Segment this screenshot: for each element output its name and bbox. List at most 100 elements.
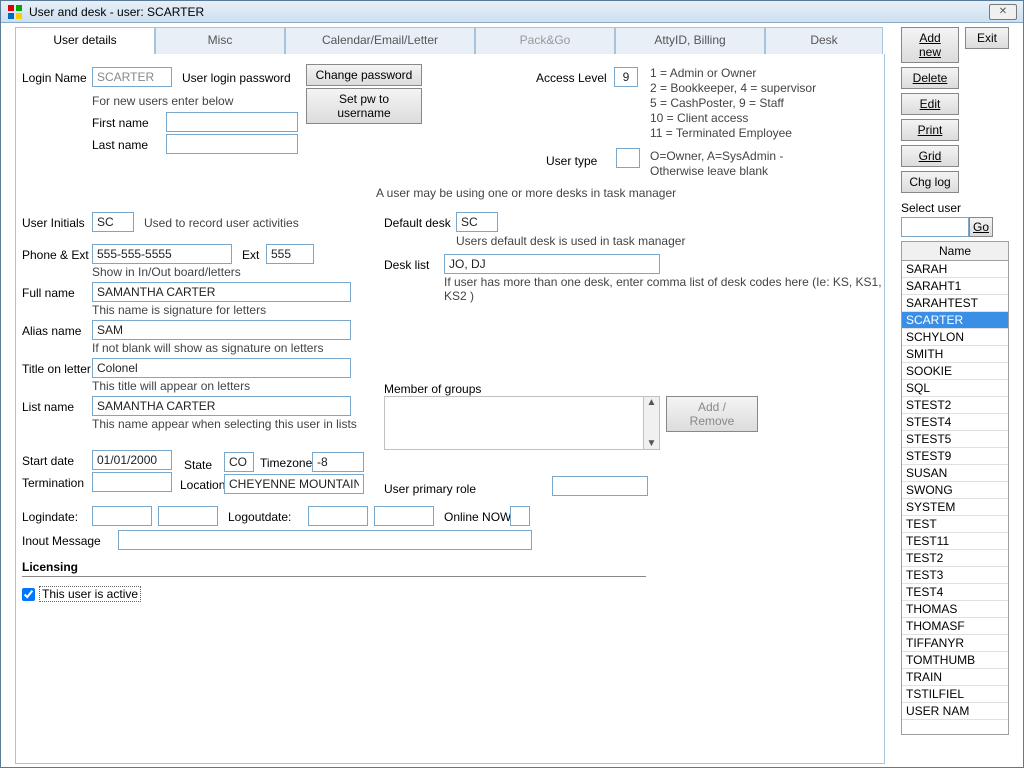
- access-note-2: 2 = Bookkeeper, 4 = supervisor: [650, 81, 816, 95]
- exit-button[interactable]: Exit: [965, 27, 1009, 49]
- user-list[interactable]: Name SARAHSARAHT1SARAHTESTSCARTERSCHYLON…: [901, 241, 1009, 735]
- user-list-item[interactable]: STEST9: [902, 448, 1008, 465]
- user-list-item[interactable]: TEST: [902, 516, 1008, 533]
- window-title: User and desk - user: SCARTER: [29, 5, 204, 19]
- user-list-item[interactable]: TRAIN: [902, 669, 1008, 686]
- user-list-item[interactable]: SARAH: [902, 261, 1008, 278]
- start-date-field[interactable]: [92, 450, 172, 470]
- user-list-item[interactable]: SARAHTEST: [902, 295, 1008, 312]
- first-name-field[interactable]: [166, 112, 298, 132]
- alias-label: Alias name: [22, 324, 81, 338]
- tab-calendar[interactable]: Calendar/Email/Letter: [285, 27, 475, 55]
- user-type-field[interactable]: [616, 148, 640, 168]
- default-desk-label: Default desk: [384, 216, 451, 230]
- user-list-item[interactable]: SMITH: [902, 346, 1008, 363]
- user-list-item[interactable]: USER NAM: [902, 703, 1008, 720]
- location-label: Location: [180, 478, 225, 492]
- user-list-item[interactable]: SQL: [902, 380, 1008, 397]
- user-list-item[interactable]: TOMTHUMB: [902, 652, 1008, 669]
- titlebar: User and desk - user: SCARTER ✕: [1, 1, 1023, 23]
- timezone-field[interactable]: [312, 452, 364, 472]
- chg-log-button[interactable]: Chg log: [901, 171, 959, 193]
- print-button[interactable]: Print: [901, 119, 959, 141]
- user-list-item[interactable]: SCHYLON: [902, 329, 1008, 346]
- access-level-label: Access Level: [536, 71, 607, 85]
- phone-field[interactable]: [92, 244, 232, 264]
- last-name-field[interactable]: [166, 134, 298, 154]
- user-list-item[interactable]: SARAHT1: [902, 278, 1008, 295]
- edit-button[interactable]: Edit: [901, 93, 959, 115]
- groups-label: Member of groups: [384, 382, 481, 396]
- user-type-note1: O=Owner, A=SysAdmin -: [650, 149, 783, 163]
- window-close-button[interactable]: ✕: [989, 4, 1017, 20]
- logoutdate-field-2[interactable]: [374, 506, 434, 526]
- user-list-item[interactable]: TIFFANYR: [902, 635, 1008, 652]
- new-users-note: For new users enter below: [92, 94, 233, 108]
- tab-desk[interactable]: Desk: [765, 27, 883, 55]
- logindate-label: Logindate:: [22, 510, 78, 524]
- go-button[interactable]: Go: [969, 217, 993, 237]
- user-list-item[interactable]: THOMASF: [902, 618, 1008, 635]
- default-desk-field[interactable]: [456, 212, 498, 232]
- tab-packgo[interactable]: Pack&Go: [475, 27, 615, 55]
- user-login-pw-label: User login password: [182, 71, 291, 85]
- user-active-checkbox-input[interactable]: [22, 588, 35, 601]
- inout-message-field[interactable]: [118, 530, 532, 550]
- user-list-item[interactable]: TSTILFIEL: [902, 686, 1008, 703]
- desk-list-field[interactable]: [444, 254, 660, 274]
- alias-field[interactable]: [92, 320, 351, 340]
- set-pw-to-username-button[interactable]: Set pw to username: [306, 88, 422, 124]
- scroll-down-icon[interactable]: ▼: [647, 438, 657, 449]
- user-list-item[interactable]: STEST5: [902, 431, 1008, 448]
- login-name-field[interactable]: [92, 67, 172, 87]
- user-list-item[interactable]: TEST2: [902, 550, 1008, 567]
- user-list-item[interactable]: SYSTEM: [902, 499, 1008, 516]
- logoutdate-field-1[interactable]: [308, 506, 368, 526]
- list-name-field[interactable]: [92, 396, 351, 416]
- logindate-field-1[interactable]: [92, 506, 152, 526]
- user-list-item[interactable]: TEST4: [902, 584, 1008, 601]
- tab-atty-billing[interactable]: AttyID, Billing: [615, 27, 765, 55]
- tab-user-details[interactable]: User details: [15, 27, 155, 55]
- logindate-field-2[interactable]: [158, 506, 218, 526]
- user-list-item[interactable]: TEST11: [902, 533, 1008, 550]
- timezone-label: Timezone: [260, 456, 312, 470]
- access-level-field[interactable]: [614, 67, 638, 87]
- add-new-button[interactable]: Add new: [901, 27, 959, 63]
- user-list-item[interactable]: SOOKIE: [902, 363, 1008, 380]
- user-list-item[interactable]: SCARTER: [902, 312, 1008, 329]
- add-remove-button[interactable]: Add / Remove: [666, 396, 758, 432]
- grid-button[interactable]: Grid: [901, 145, 959, 167]
- location-field[interactable]: [224, 474, 364, 494]
- delete-button[interactable]: Delete: [901, 67, 959, 89]
- online-now-field[interactable]: [510, 506, 530, 526]
- user-list-item[interactable]: SWONG: [902, 482, 1008, 499]
- ext-field[interactable]: [266, 244, 314, 264]
- groups-scrollbar[interactable]: ▲▼: [643, 397, 659, 449]
- user-list-item[interactable]: THOMAS: [902, 601, 1008, 618]
- change-password-button[interactable]: Change password: [306, 64, 422, 86]
- full-name-field[interactable]: [92, 282, 351, 302]
- scroll-up-icon[interactable]: ▲: [647, 397, 657, 408]
- user-initials-note: Used to record user activities: [144, 216, 299, 230]
- user-list-item[interactable]: STEST4: [902, 414, 1008, 431]
- user-initials-field[interactable]: [92, 212, 134, 232]
- default-desk-note: Users default desk is used in task manag…: [456, 234, 685, 248]
- groups-listbox[interactable]: ▲▼: [384, 396, 660, 450]
- list-name-note: This name appear when selecting this use…: [92, 417, 357, 431]
- user-list-item[interactable]: TEST3: [902, 567, 1008, 584]
- phone-note: Show in In/Out board/letters: [92, 265, 241, 279]
- termination-field[interactable]: [92, 472, 172, 492]
- select-user-input[interactable]: [901, 217, 969, 237]
- user-list-item[interactable]: STEST2: [902, 397, 1008, 414]
- title-note: This title will appear on letters: [92, 379, 250, 393]
- primary-role-field[interactable]: [552, 476, 648, 496]
- list-name-label: List name: [22, 400, 74, 414]
- state-field[interactable]: [224, 452, 254, 472]
- tab-misc[interactable]: Misc: [155, 27, 285, 55]
- select-user-label: Select user: [901, 201, 1017, 215]
- licensing-divider: [22, 576, 646, 577]
- user-active-checkbox[interactable]: This user is active: [22, 586, 141, 602]
- title-field[interactable]: [92, 358, 351, 378]
- user-list-item[interactable]: SUSAN: [902, 465, 1008, 482]
